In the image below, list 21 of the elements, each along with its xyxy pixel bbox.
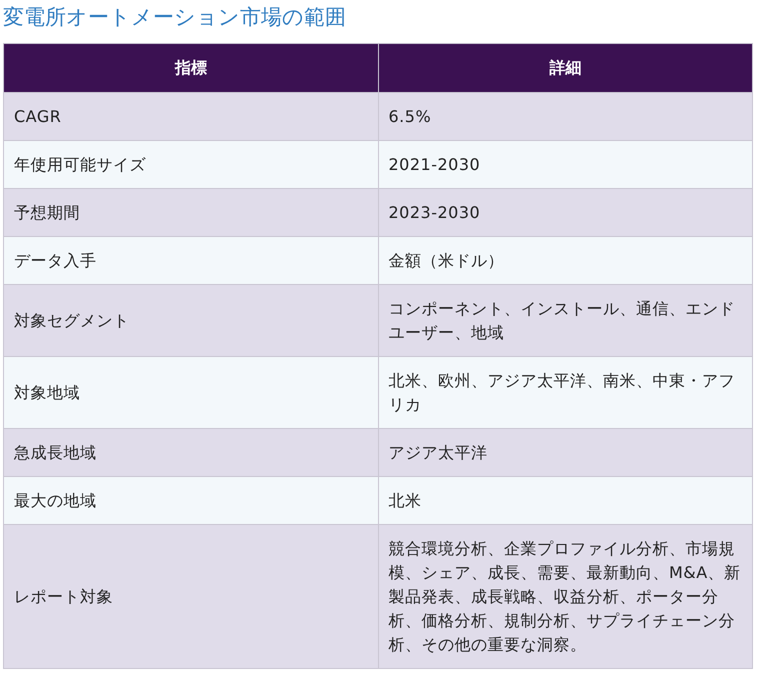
table-cell: 競合環境分析、企業プロファイル分析、市場規模、シェア、成長、需要、最新動向、M&A、新製品発表、成長戦略、収益分析、ポーター分析、価格分析、規制分析、サプライチェーン分析、その他の重要な洞察。 — [378, 524, 752, 668]
table-cell: 北米 — [378, 476, 752, 524]
table-cell: 金額（米ドル） — [378, 236, 752, 284]
table-cell: 年使用可能サイズ — [4, 140, 378, 188]
table-cell: 急成長地域 — [4, 428, 378, 476]
table-cell: コンポーネント、インストール、通信、エンドユーザー、地域 — [378, 284, 752, 356]
table-cell: 最大の地域 — [4, 476, 378, 524]
page-title: 変電所オートメーション市場の範囲 — [3, 4, 347, 31]
table-cell: 対象セグメント — [4, 284, 378, 356]
table-cell: 2021-2030 — [378, 140, 752, 188]
table-cell: 2023-2030 — [378, 188, 752, 236]
table-cell: 予想期間 — [4, 188, 378, 236]
table-cell: 6.5% — [378, 92, 752, 140]
table-cell: レポート対象 — [4, 524, 378, 668]
table-cell: アジア太平洋 — [378, 428, 752, 476]
table-cell: CAGR — [4, 92, 378, 140]
table-cell: 対象地域 — [4, 356, 378, 428]
column-header: 指標 — [4, 44, 378, 92]
column-header: 詳細 — [378, 44, 752, 92]
table-cell: データ入手 — [4, 236, 378, 284]
table-cell: 北米、欧州、アジア太平洋、南米、中東・アフリカ — [378, 356, 752, 428]
